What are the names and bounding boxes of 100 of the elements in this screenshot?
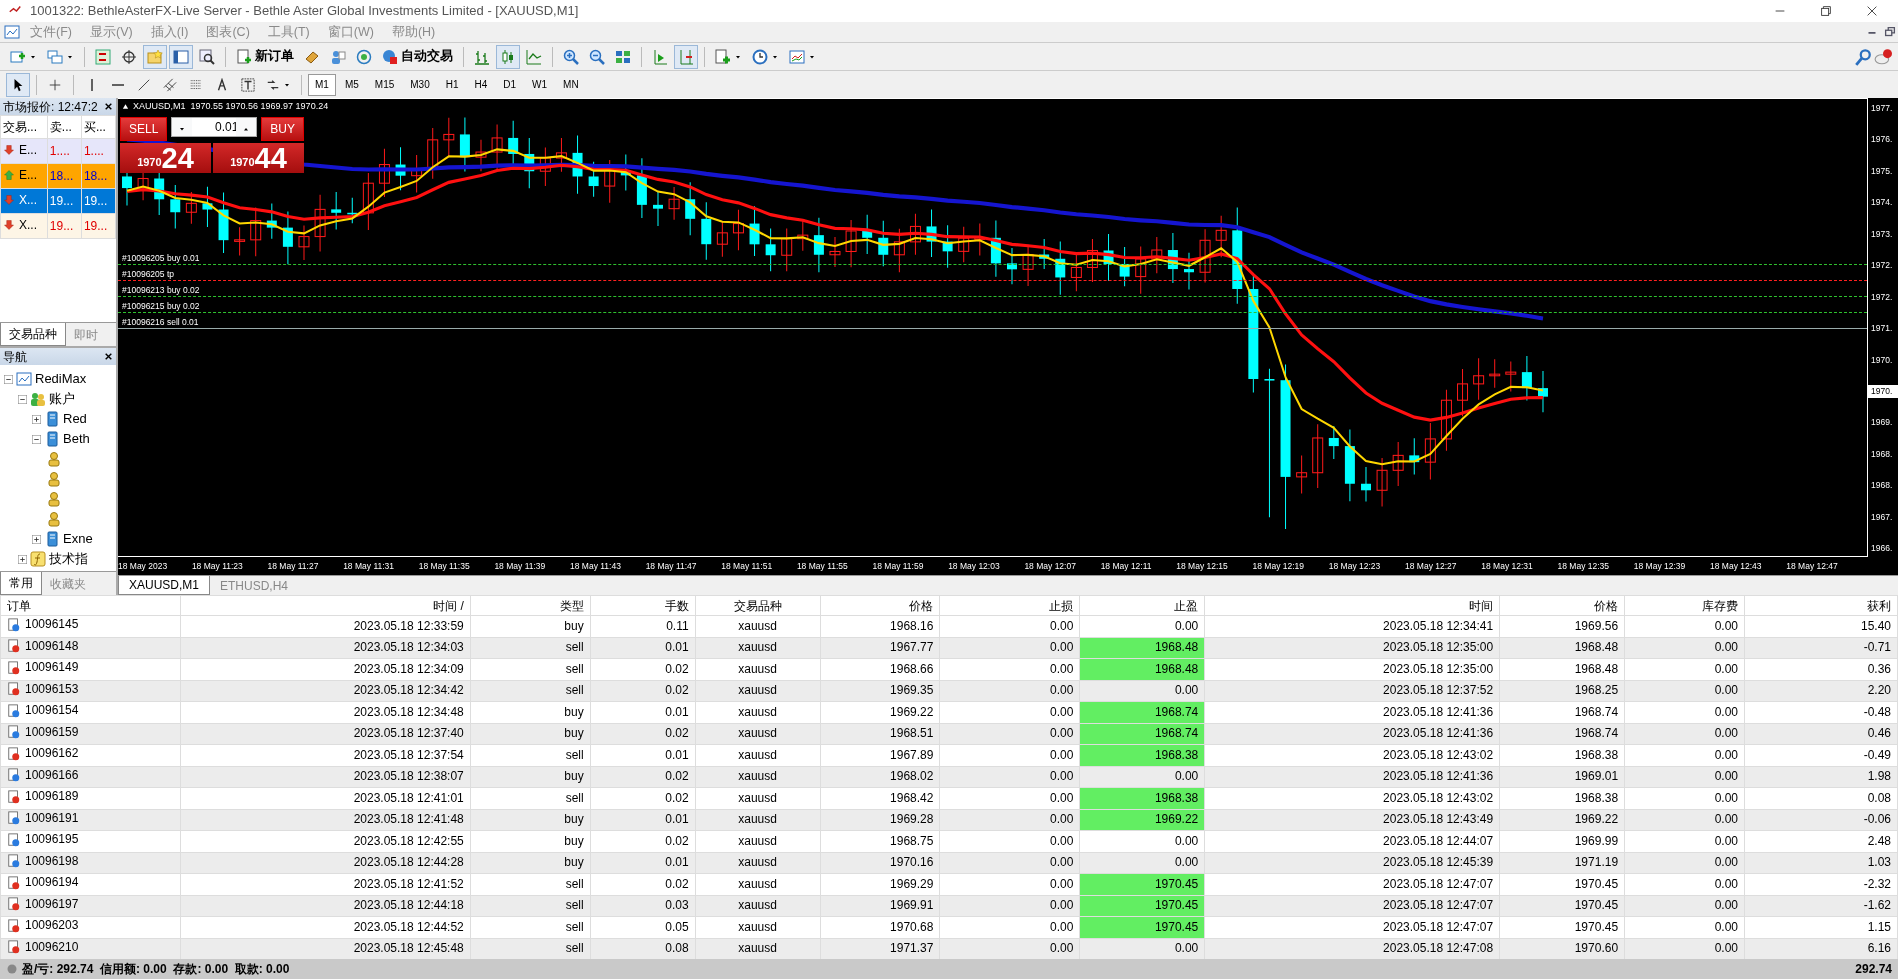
tree-item[interactable]: 账户: [49, 389, 75, 409]
table-cell: 2023.05.18 12:47:07: [1204, 895, 1500, 917]
column-header[interactable]: 库存费: [1624, 595, 1745, 616]
chart-tab[interactable]: XAUUSD,M1: [118, 576, 210, 595]
toolbar-button[interactable]: 自动交易: [378, 44, 457, 69]
column-header[interactable]: 时间 /: [180, 595, 471, 616]
table-cell: 2023.05.18 12:41:36: [1204, 723, 1500, 745]
close-icon[interactable]: [104, 102, 113, 111]
timeframe-button[interactable]: H1: [438, 73, 466, 96]
order-line[interactable]: [118, 263, 1867, 265]
column-header[interactable]: 交易品种: [695, 595, 821, 616]
column-header[interactable]: 卖...: [47, 115, 82, 139]
zoom-in-icon: [563, 48, 579, 65]
candles-icon: [500, 48, 516, 65]
table-cell: sell: [470, 658, 591, 680]
user-icon: [46, 451, 62, 467]
table-cell: 0.02: [590, 658, 696, 680]
toolbar-button[interactable]: [6, 72, 30, 97]
table-cell: 0.00: [1624, 701, 1745, 723]
timeframe-button[interactable]: M15: [367, 73, 402, 96]
close-icon[interactable]: [104, 352, 113, 361]
order-number: 10096166: [25, 766, 79, 784]
timeframe-button[interactable]: W1: [525, 73, 555, 96]
table-cell: 0.01: [590, 744, 696, 766]
time-label: 18 May 11:55: [796, 559, 848, 573]
expand-icon[interactable]: [18, 554, 27, 564]
bars-icon: [474, 48, 490, 65]
column-header[interactable]: 类型: [470, 595, 591, 616]
table-cell: 2023.05.18 12:37:54: [180, 744, 471, 766]
table-cell: sell: [470, 916, 591, 938]
price-label: 1971.: [1870, 322, 1894, 335]
time-label: 18 May 11:27: [267, 559, 319, 573]
time-label: 18 May 2023: [118, 559, 168, 573]
panel-tab[interactable]: 常用: [0, 572, 42, 595]
tree-item[interactable]: Red: [63, 409, 87, 429]
column-header[interactable]: 价格: [820, 595, 940, 616]
column-header[interactable]: 订单: [0, 595, 181, 616]
order-line[interactable]: [118, 295, 1867, 297]
up-arrow-icon: [3, 169, 15, 181]
column-header[interactable]: 时间: [1204, 595, 1500, 616]
table-cell: sell: [470, 873, 591, 895]
search-icon[interactable]: [1854, 47, 1872, 66]
collapse-icon[interactable]: [4, 374, 13, 384]
collapse-icon[interactable]: [18, 394, 27, 404]
timeframe-button[interactable]: M1: [308, 73, 336, 96]
timeframe-button[interactable]: M30: [403, 73, 437, 96]
chat-icon[interactable]: [1874, 47, 1892, 66]
close-icon[interactable]: [1865, 4, 1879, 18]
price-label: 1970.: [1868, 384, 1898, 398]
column-header[interactable]: 获利: [1744, 595, 1898, 616]
sell-button[interactable]: SELL: [120, 117, 168, 141]
table-cell: 2023.05.18 12:37:52: [1204, 680, 1500, 702]
order-line[interactable]: [118, 279, 1867, 281]
server-icon: [44, 531, 60, 547]
table-cell: 2023.05.18 12:43:49: [1204, 809, 1500, 831]
users-icon: [30, 391, 46, 407]
tree-item[interactable]: Exne: [63, 529, 93, 549]
order-line[interactable]: [118, 311, 1867, 313]
column-header[interactable]: 价格: [1499, 595, 1625, 616]
price-label: 1969.: [1870, 416, 1894, 430]
trendline-icon: [137, 77, 151, 92]
tree-item[interactable]: Beth: [63, 429, 90, 449]
timeframe-button[interactable]: MN: [556, 73, 586, 96]
triangle-icon[interactable]: [122, 103, 129, 111]
column-header[interactable]: 止盈: [1079, 595, 1205, 616]
panel-tab[interactable]: 交易品种: [0, 323, 66, 346]
column-header[interactable]: 交易...: [0, 115, 48, 139]
time-label: 18 May 11:35: [418, 559, 470, 573]
restore-icon[interactable]: [1882, 25, 1898, 39]
table-cell: 0.00: [1624, 830, 1745, 852]
timeframe-button[interactable]: M5: [337, 73, 366, 96]
tree-item[interactable]: 技术指: [49, 549, 88, 569]
folder-star-icon: [147, 48, 163, 65]
table-cell: 1968.75: [820, 830, 940, 852]
table-cell: 0.00: [1624, 873, 1745, 895]
column-header[interactable]: 买...: [81, 115, 116, 139]
timeframe-button[interactable]: H4: [467, 73, 495, 96]
table-cell: xauusd: [695, 873, 821, 895]
table-cell: buy: [470, 615, 591, 637]
time-label: 18 May 12:15: [1176, 559, 1228, 573]
time-label: 18 May 11:43: [570, 559, 621, 573]
column-header[interactable]: 止损: [939, 595, 1080, 616]
timeframe-button[interactable]: D1: [496, 73, 524, 96]
table-cell: 1969.22: [820, 701, 940, 723]
expand-icon[interactable]: [32, 534, 41, 544]
buy-button[interactable]: BUY: [261, 117, 304, 141]
restore-icon[interactable]: [1819, 4, 1833, 18]
table-cell: sell: [470, 744, 591, 766]
toolbar-button[interactable]: [169, 44, 193, 69]
buy-price-button[interactable]: 197044: [213, 143, 304, 173]
table-cell: 1968.38: [1499, 787, 1625, 809]
table-cell: 0.08: [1744, 787, 1898, 809]
table-cell: buy: [470, 830, 591, 852]
column-header[interactable]: 手数: [590, 595, 696, 616]
order-line[interactable]: [118, 327, 1867, 329]
collapse-icon[interactable]: [32, 434, 41, 444]
toolbar-button[interactable]: 新订单: [232, 44, 298, 69]
sell-price-button[interactable]: 197024: [120, 143, 211, 173]
expand-icon[interactable]: [32, 414, 41, 424]
tree-item[interactable]: RediMax: [35, 369, 87, 389]
